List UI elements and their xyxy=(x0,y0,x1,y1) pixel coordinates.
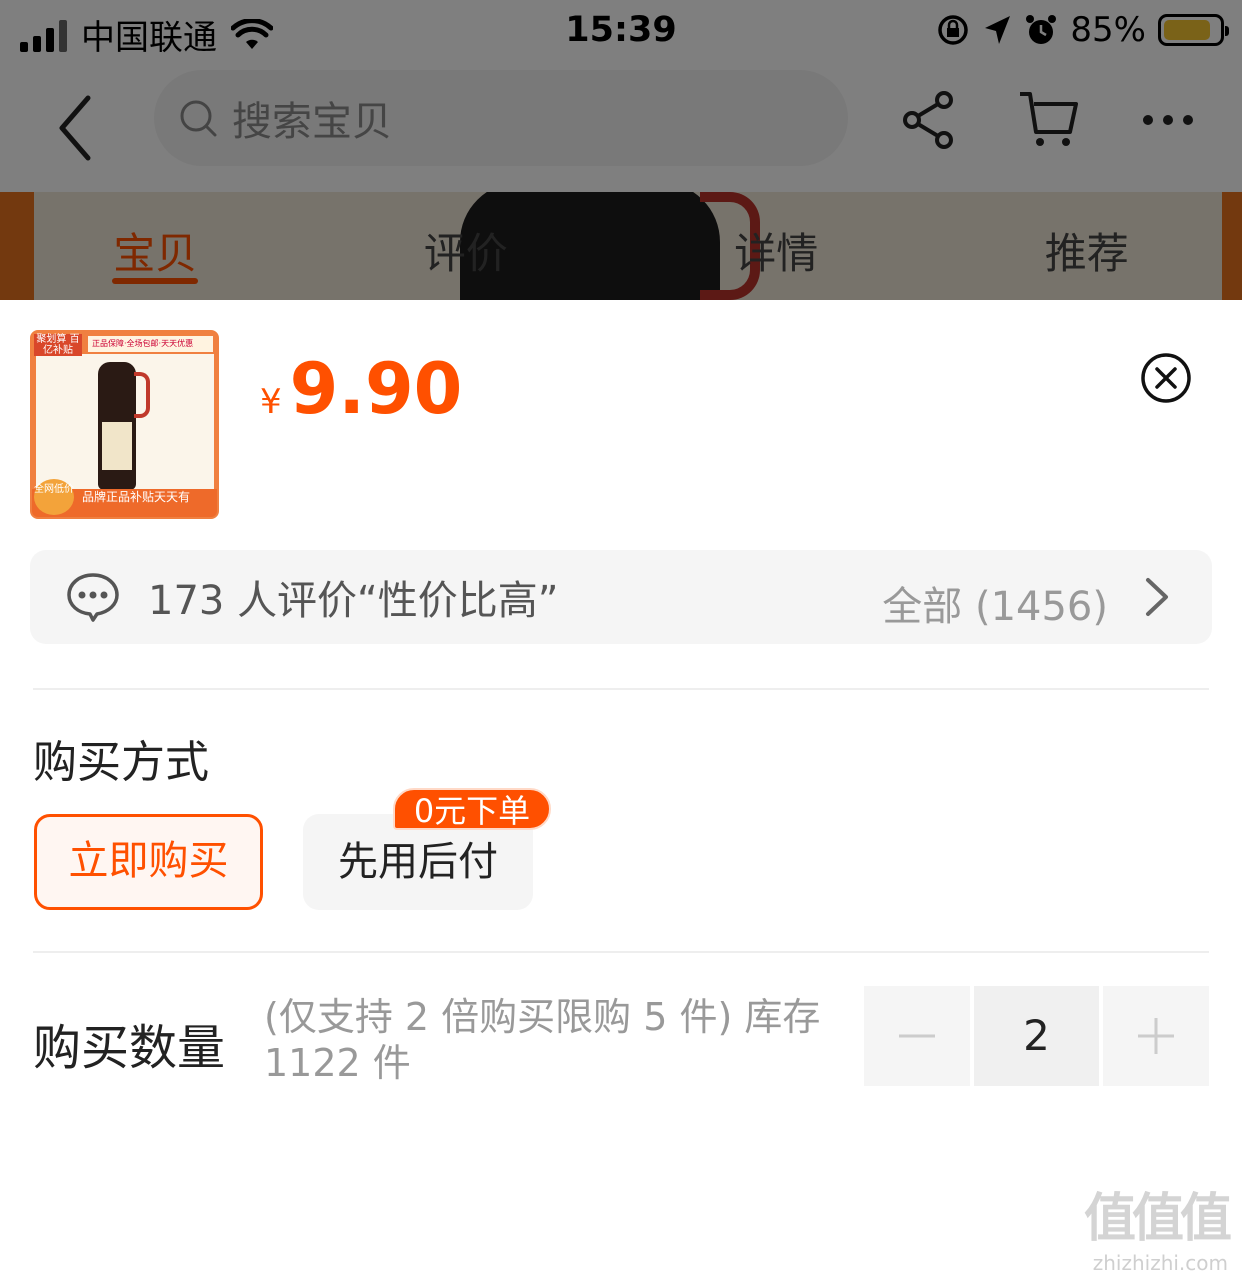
review-summary-row[interactable]: 173 人评价“性价比高” 全部 (1456) xyxy=(30,550,1212,644)
quantity-limit-note: (仅支持 2 倍购买限购 5 件) 库存 1122 件 xyxy=(264,995,821,1085)
purchase-method-title: 购买方式 xyxy=(33,737,209,788)
background-page: 中国联通 15:39 85% xyxy=(0,0,1242,300)
thumbnail-tag-subsidy: 聚划算 百亿补贴 xyxy=(34,334,82,356)
watermark: 值值值 zhizhizhi.com xyxy=(1078,1176,1232,1275)
minus-icon xyxy=(899,1034,935,1038)
close-icon[interactable] xyxy=(1140,352,1192,404)
bottle-handle xyxy=(134,372,150,418)
zero-yuan-badge: 0元下单 xyxy=(393,788,551,830)
buy-now-option[interactable]: 立即购买 xyxy=(34,814,263,910)
thumbnail-tag-guarantee: 正品保障·全场包邮·天天优惠 xyxy=(88,336,213,352)
watermark-logo: 值值值 xyxy=(1083,1189,1232,1249)
quantity-stepper: 2 xyxy=(864,986,1209,1086)
chevron-right-icon xyxy=(1146,578,1168,616)
purchase-sheet: 聚划算 百亿补贴 正品保障·全场包邮·天天优惠 品牌正品补贴天天有 全网低价 ¥… xyxy=(0,300,1242,1281)
plus-icon xyxy=(1138,1018,1174,1054)
bottle-label xyxy=(102,422,132,470)
price-amount: 9.90 xyxy=(289,348,463,430)
modal-overlay[interactable] xyxy=(0,0,1242,300)
increase-button[interactable] xyxy=(1103,986,1209,1086)
currency-symbol: ¥ xyxy=(260,382,282,422)
chat-bubble-icon xyxy=(67,573,119,622)
watermark-url: zhizhizhi.com xyxy=(1092,1251,1228,1275)
quantity-value[interactable]: 2 xyxy=(974,986,1099,1086)
review-all-link[interactable]: 全部 (1456) xyxy=(882,574,1108,632)
product-thumbnail[interactable]: 聚划算 百亿补贴 正品保障·全场包邮·天天优惠 品牌正品补贴天天有 全网低价 xyxy=(30,330,219,519)
review-summary-text: 173 人评价“性价比高” xyxy=(148,578,559,624)
decrease-button[interactable] xyxy=(864,986,970,1086)
price: ¥ 9.90 xyxy=(260,348,462,430)
divider xyxy=(33,951,1209,953)
thumbnail-low-price-badge: 全网低价 xyxy=(34,479,74,515)
quantity-title: 购买数量 xyxy=(33,1020,226,1076)
divider xyxy=(33,688,1209,690)
